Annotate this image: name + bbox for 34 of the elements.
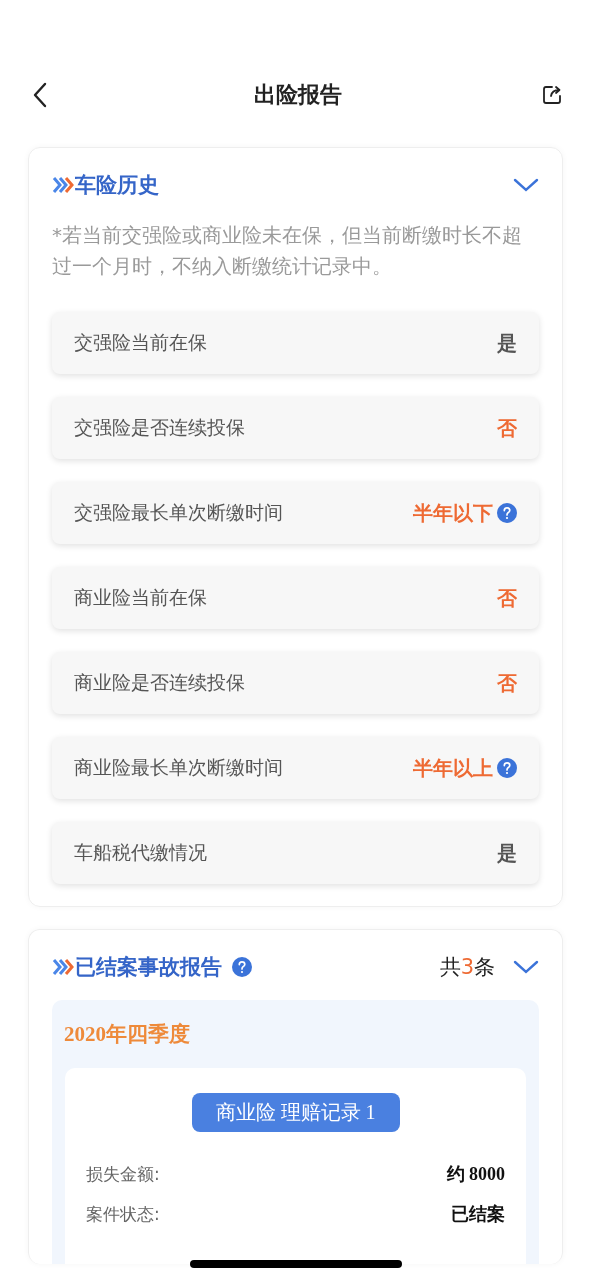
quarter-title: 2020年四季度 xyxy=(64,1021,191,1048)
row-value: 否 xyxy=(497,414,517,442)
row-value: 是 xyxy=(497,329,517,357)
row-value: 半年以上 xyxy=(413,754,493,782)
row-value: 半年以下 xyxy=(413,499,493,527)
back-icon[interactable] xyxy=(32,82,48,108)
note-text: *若当前交强险或商业险未在保，但当前断缴时长不超过一个月时，不纳入断缴统计记录中。 xyxy=(52,222,522,280)
double-chevron-icon xyxy=(52,176,74,194)
row-label: 商业险是否连续投保 xyxy=(74,670,245,695)
chevron-down-icon[interactable] xyxy=(513,178,539,192)
double-chevron-icon xyxy=(52,958,74,976)
chevron-down-icon[interactable] xyxy=(513,960,539,974)
section-title: 已结案事故报告 xyxy=(75,954,222,981)
record-tag: 商业险 理赔记录 1 xyxy=(191,1093,400,1132)
field-value: 约 8000 xyxy=(446,1163,505,1186)
row-value: 是 xyxy=(497,839,517,867)
help-icon[interactable] xyxy=(232,957,252,977)
row-label: 车船税代缴情况 xyxy=(74,840,207,865)
row-value: 否 xyxy=(497,584,517,612)
row-label: 商业险当前在保 xyxy=(74,585,207,610)
row-label: 交强险是否连续投保 xyxy=(74,415,245,440)
field-value: 已结案 xyxy=(451,1203,505,1226)
row-label: 交强险当前在保 xyxy=(74,330,207,355)
field-label: 案件状态: xyxy=(86,1202,160,1226)
page-title: 出险报告 xyxy=(253,81,342,109)
help-icon[interactable] xyxy=(497,758,517,778)
row-label: 交强险最长单次断缴时间 xyxy=(74,500,283,525)
section-title: 车险历史 xyxy=(75,172,159,199)
field-label: 损失金额: xyxy=(86,1162,160,1186)
row-label: 商业险最长单次断缴时间 xyxy=(74,755,283,780)
row-value: 否 xyxy=(497,669,517,697)
record-count: 共3条 xyxy=(439,954,495,981)
share-icon[interactable] xyxy=(541,84,563,106)
help-icon[interactable] xyxy=(497,503,517,523)
